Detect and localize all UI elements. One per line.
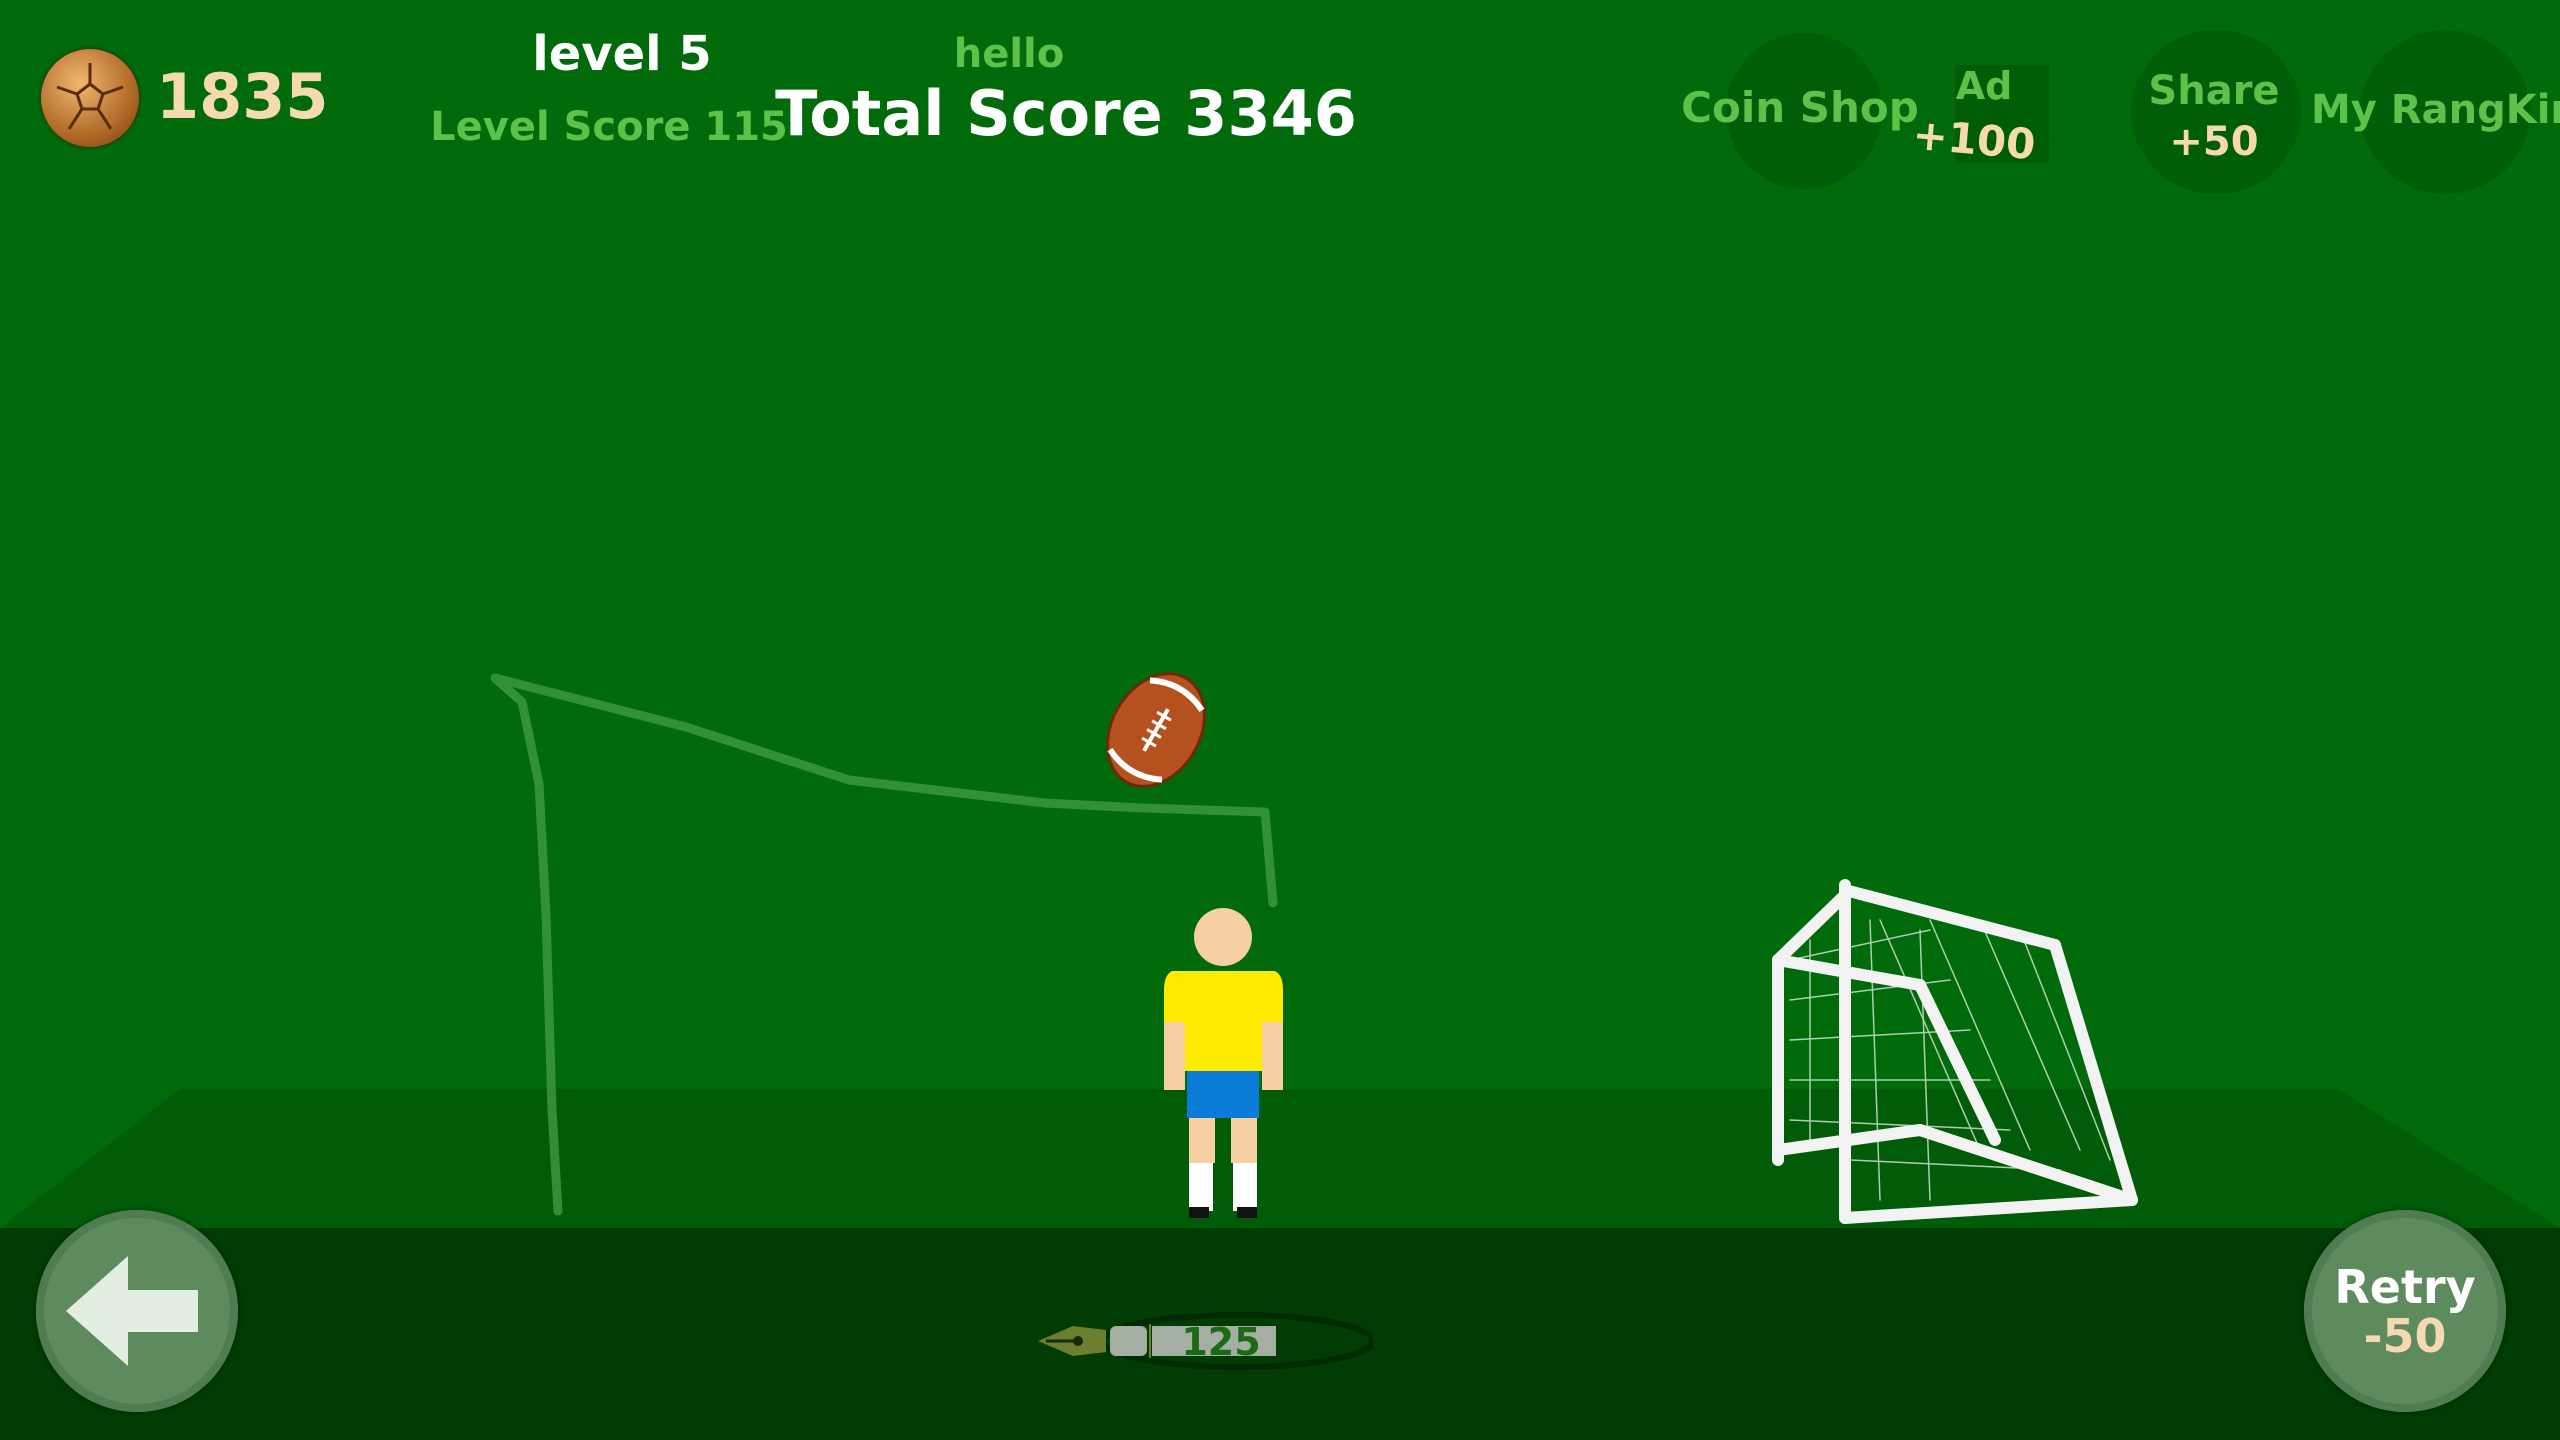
- total-score: Total Score 3346: [775, 77, 1357, 150]
- coin-shop-label[interactable]: Coin Shop: [1681, 87, 1919, 129]
- greeting-text: hello: [953, 31, 1065, 77]
- arrow-left-icon: [66, 1256, 198, 1366]
- back-button[interactable]: [36, 1210, 238, 1412]
- share-label[interactable]: Share: [2148, 71, 2279, 111]
- ranking-label[interactable]: My RangKing: [2311, 90, 2560, 130]
- field-platform: [0, 1089, 2560, 1228]
- football: [1106, 672, 1206, 788]
- share-reward[interactable]: +50: [2169, 122, 2258, 162]
- retry-cost: -50: [2363, 1309, 2447, 1363]
- coin-count: 1835: [156, 60, 329, 133]
- game-field: [0, 672, 2560, 1440]
- coin-icon: [41, 49, 139, 147]
- level-label: level 5: [532, 26, 712, 82]
- ad-reward[interactable]: +100: [1911, 110, 2038, 170]
- level-score: Level Score 115: [430, 104, 788, 150]
- retry-button[interactable]: Retry -50: [2304, 1210, 2506, 1412]
- ad-label[interactable]: Ad: [1956, 67, 2013, 105]
- ink-remaining: 125: [1181, 1320, 1261, 1364]
- retry-label: Retry: [2334, 1260, 2476, 1314]
- ink-meter: 125: [1038, 1312, 1373, 1370]
